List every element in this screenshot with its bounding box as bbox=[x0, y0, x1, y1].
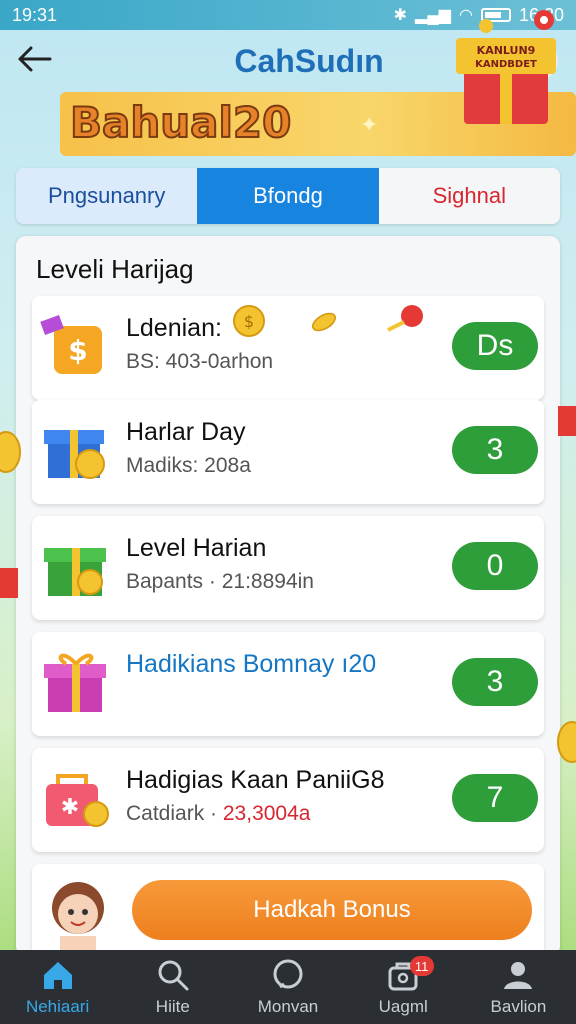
green-gift-icon bbox=[44, 548, 106, 596]
card-subtitle: Bapants · 21:8894in bbox=[126, 570, 314, 593]
nav-label: Uagml bbox=[378, 997, 428, 1016]
card-title: Hadikians Bomnay ı20 bbox=[126, 650, 377, 678]
blue-gift-icon bbox=[44, 430, 105, 479]
svg-text:$: $ bbox=[68, 334, 87, 367]
tab-bar: Pngsunanry Bfondg Sighnal bbox=[16, 168, 560, 224]
back-button[interactable] bbox=[18, 42, 58, 81]
tab-sighnal[interactable]: Sighnal bbox=[378, 168, 560, 224]
bonus-card: Hadkah Bonus bbox=[32, 864, 544, 956]
value-pill: 7 bbox=[452, 774, 538, 822]
level-panel: Leveli Harijag $ Ldenian: BS: 403-0arhon… bbox=[16, 236, 560, 956]
svg-text:KANDBDET: KANDBDET bbox=[475, 59, 537, 70]
nav-label: Monvan bbox=[257, 997, 319, 1016]
nav-item-search[interactable]: Hiite bbox=[115, 950, 230, 1024]
back-arrow-icon bbox=[18, 46, 52, 71]
list-item[interactable]: $ Ldenian: BS: 403-0arhon $ Ds bbox=[32, 296, 544, 400]
list-item[interactable]: Level Harian Bapants · 21:8894in 0 bbox=[32, 516, 544, 620]
status-time-left: 19:31 bbox=[12, 4, 58, 25]
notification-badge: 11 bbox=[409, 956, 434, 976]
nav-item-bag[interactable]: Uagml 11 bbox=[346, 950, 461, 1024]
balloon-icon bbox=[387, 305, 423, 332]
chat-icon bbox=[273, 959, 303, 989]
pink-gift-icon bbox=[44, 653, 106, 712]
nav-label: Nehiaari bbox=[25, 997, 90, 1016]
tab-pngsunanry[interactable]: Pngsunanry bbox=[16, 168, 198, 224]
list-item[interactable]: Hadikians Bomnay ı20 3 bbox=[32, 632, 544, 736]
gift-icon bbox=[558, 406, 576, 436]
coin-icon bbox=[557, 721, 576, 763]
gift-box-badge-icon[interactable]: KANLUN9 KANDBDET bbox=[450, 8, 558, 128]
card-subtitle-amount: 23,3004a bbox=[222, 802, 311, 825]
coin-icon bbox=[0, 431, 21, 473]
coin-icon: $ bbox=[233, 305, 265, 337]
value-pill: 3 bbox=[452, 426, 538, 474]
card-title: Level Harian bbox=[126, 534, 267, 562]
svg-text:$: $ bbox=[244, 312, 254, 331]
bottom-navigation: Nehiaari Hiite Monvan Uagml 11 Bavlion bbox=[0, 950, 576, 1024]
coin-icon bbox=[311, 312, 337, 332]
search-icon bbox=[158, 960, 189, 991]
nav-item-chat[interactable]: Monvan bbox=[230, 950, 345, 1024]
panel-title: Leveli Harijag bbox=[36, 254, 194, 284]
card-subtitle: Madiks: 208a bbox=[126, 454, 251, 477]
banner-title: Bahual20 bbox=[69, 97, 292, 148]
value-pill: 3 bbox=[452, 658, 538, 706]
value-pill: 0 bbox=[452, 542, 538, 590]
nav-item-home[interactable]: Nehiaari bbox=[0, 950, 115, 1024]
card-subtitle: Catdiark · 23,3004a bbox=[126, 802, 310, 826]
gift-icon bbox=[0, 568, 18, 598]
card-title: Ldenian: bbox=[126, 314, 222, 342]
svg-text:KANLUN9: KANLUN9 bbox=[477, 44, 536, 57]
app-title: CahSudın bbox=[234, 42, 384, 79]
value-pill: Ds bbox=[452, 322, 538, 370]
list-item[interactable]: ✱ Hadigias Kaan PaniiG8 Catdiark · 23,30… bbox=[32, 748, 544, 852]
svg-text:✱: ✱ bbox=[61, 795, 79, 820]
home-icon bbox=[43, 962, 72, 989]
list-item[interactable]: Harlar Day Madiks: 208a 3 bbox=[32, 400, 544, 504]
nav-label: Hiite bbox=[155, 997, 190, 1016]
signal-icon: ▂▄▆ bbox=[415, 7, 451, 24]
nav-label: Bavlion bbox=[490, 997, 547, 1016]
card-title: Harlar Day bbox=[126, 418, 246, 446]
nav-item-profile[interactable]: Bavlion bbox=[461, 950, 576, 1024]
bonus-button[interactable]: Hadkah Bonus bbox=[132, 880, 532, 940]
avatar bbox=[52, 882, 104, 956]
card-subtitle-prefix: Catdiark · bbox=[126, 802, 218, 825]
card-subtitle: BS: 403-0arhon bbox=[126, 350, 274, 373]
sparkle-icon: ✦ bbox=[360, 112, 379, 137]
profile-icon bbox=[504, 962, 533, 989]
bluetooth-icon: ✱ bbox=[393, 7, 408, 24]
dollar-bag-icon: $ bbox=[40, 315, 102, 374]
tab-bfondg[interactable]: Bfondg bbox=[197, 168, 379, 224]
card-title: Hadigias Kaan PaniiG8 bbox=[126, 766, 385, 794]
red-bag-icon: ✱ bbox=[46, 774, 109, 827]
